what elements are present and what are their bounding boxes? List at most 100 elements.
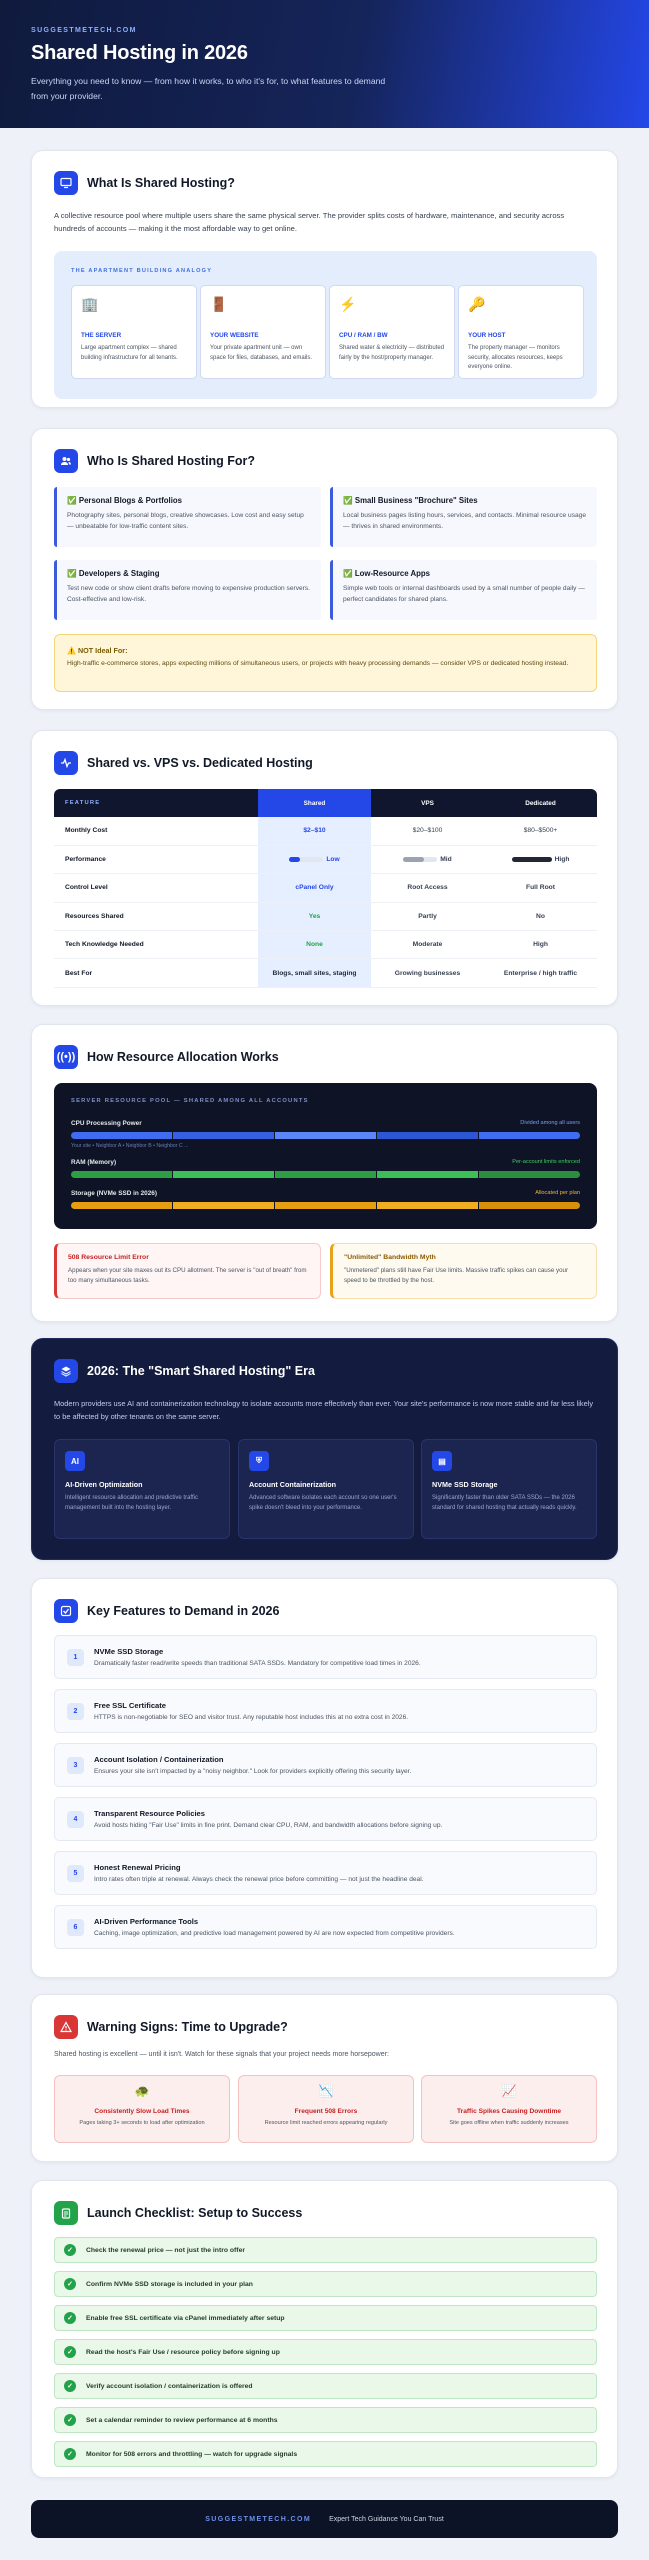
not-ideal-callout: ⚠️ NOT Ideal For: High-traffic e-commerc…	[54, 634, 597, 692]
page-subtitle: Everything you need to know — from how i…	[31, 76, 386, 101]
cell-dedicated: High	[484, 930, 597, 960]
feature-item: 2 Free SSL Certificate HTTPS is non-nego…	[54, 1689, 597, 1733]
section-warning-signs: Warning Signs: Time to Upgrade? Shared h…	[31, 1994, 618, 2162]
tile-desc: Your private apartment unit — own space …	[210, 345, 313, 361]
cell-feature: Best For	[54, 958, 258, 988]
checklist-item[interactable]: ✓ Monitor for 508 errors and throttling —…	[54, 2441, 597, 2467]
footer-brand-link[interactable]: SUGGESTMETECH.COM	[205, 2516, 311, 2523]
resource-row-ram: RAM (Memory) Per-account limits enforced	[71, 1159, 580, 1178]
alert-triangle-icon	[54, 2015, 78, 2039]
check-icon: ✓	[64, 2346, 76, 2358]
page-title: Shared Hosting in 2026	[31, 42, 248, 64]
bandwidth-myth-callout: "Unlimited" Bandwidth Myth "Unmetered" p…	[330, 1243, 597, 1299]
feature-item: 4 Transparent Resource Policies Avoid ho…	[54, 1797, 597, 1841]
feature-item: 1 NVMe SSD Storage Dramatically faster r…	[54, 1635, 597, 1679]
sign-desc: Resource limit reached errors appearing …	[264, 2120, 388, 2126]
checklist-text: Monitor for 508 errors and throttling — …	[86, 2450, 298, 2458]
checklist-item[interactable]: ✓ Enable free SSL certificate via cPanel …	[54, 2305, 597, 2331]
tile-title: CPU / RAM / BW	[339, 332, 388, 339]
cell-feature: Control Level	[54, 873, 258, 903]
storage-bar	[71, 1202, 580, 1209]
checklist-text: Confirm NVMe SSD storage is included in …	[86, 2280, 253, 2288]
tile-desc: The property manager — monitors security…	[468, 345, 563, 371]
checklist-text: Read the host's Fair Use / resource poli…	[86, 2348, 280, 2356]
building-icon: 🏢	[81, 296, 99, 312]
cell-dedicated: Enterprise / high traffic	[484, 958, 597, 988]
alert-desc: "Unmetered" plans still have Fair Use li…	[344, 1267, 569, 1284]
audience-title: ✅ Small Business "Brochure" Sites	[343, 496, 478, 505]
section-key-features: Key Features to Demand in 2026 1 NVMe SS…	[31, 1578, 618, 1978]
section-title: Warning Signs: Time to Upgrade?	[87, 2020, 288, 2034]
analogy-tile-server: 🏢 THE SERVER Large apartment complex — s…	[71, 285, 197, 379]
tile-title: THE SERVER	[81, 332, 122, 339]
chart-up-icon: 📈	[501, 2084, 517, 2098]
sign-title: Frequent 508 Errors	[294, 2108, 358, 2115]
section-intro: Modern providers use AI and containeriza…	[54, 1399, 594, 1421]
audience-desc: Simple web tools or internal dashboards …	[343, 585, 585, 603]
users-icon	[54, 449, 78, 473]
audience-title: ✅ Low-Resource Apps	[343, 569, 430, 578]
monitor-icon	[54, 171, 78, 195]
column-header-dedicated: Dedicated	[484, 789, 597, 817]
section-title: Shared vs. VPS vs. Dedicated Hosting	[87, 756, 313, 770]
era-tile-nvme: ▤ NVMe SSD Storage Significantly faster …	[421, 1439, 597, 1539]
check-icon: ✓	[64, 2414, 76, 2426]
table-row: Control Level cPanel Only Root Access Fu…	[54, 873, 597, 903]
chart-down-icon: 📉	[318, 2084, 334, 2098]
section-launch-checklist: Launch Checklist: Setup to Success ✓ Chec…	[31, 2180, 618, 2478]
table-row: Best For Blogs, small sites, staging Gro…	[54, 958, 597, 988]
tile-desc: Intelligent resource allocation and pred…	[65, 1495, 198, 1511]
cell-vps: Moderate	[371, 930, 484, 960]
feature-desc: Intro rates often triple at renewal. Alw…	[94, 1876, 424, 1883]
analogy-label: THE APARTMENT BUILDING ANALOGY	[71, 268, 213, 274]
feature-title: Account Isolation / Containerization	[94, 1755, 224, 1764]
performance-bar-vps	[403, 856, 438, 862]
feature-title: AI-Driven Performance Tools	[94, 1917, 199, 1926]
checklist-item[interactable]: ✓ Check the renewal price — not just the …	[54, 2237, 597, 2263]
section-who-is-it-for: Who Is Shared Hosting For? ✅ Personal Bl…	[31, 428, 618, 710]
alert-title: "Unlimited" Bandwidth Myth	[344, 1254, 436, 1261]
feature-title: Free SSL Certificate	[94, 1701, 167, 1710]
check-icon: ✓	[64, 2448, 76, 2460]
audience-title: ✅ Personal Blogs & Portfolios	[67, 496, 182, 505]
column-header-vps: VPS	[371, 789, 484, 817]
checklist-item[interactable]: ✓ Set a calendar reminder to review perfo…	[54, 2407, 597, 2433]
checklist-item[interactable]: ✓ Confirm NVMe SSD storage is included in…	[54, 2271, 597, 2297]
cell-vps: Root Access	[371, 873, 484, 903]
check-icon: ✓	[64, 2278, 76, 2290]
resource-pool-panel: SERVER RESOURCE POOL — SHARED AMONG ALL …	[54, 1083, 597, 1229]
cell-shared: None	[258, 930, 371, 960]
tile-desc: Large apartment complex — shared buildin…	[81, 345, 178, 361]
section-what-is-shared-hosting: What Is Shared Hosting? A collective res…	[31, 150, 618, 408]
cell-feature: Monthly Cost	[54, 817, 258, 846]
sign-desc: Pages taking 3+ seconds to load after op…	[79, 2120, 205, 2126]
turtle-icon: 🐢	[134, 2084, 150, 2098]
cell-shared: Blogs, small sites, staging	[258, 958, 371, 988]
section-title: Who Is Shared Hosting For?	[87, 454, 256, 468]
sign-desc: Site goes offline when traffic suddenly …	[449, 2120, 569, 2126]
warning-title: ⚠️ NOT Ideal For:	[67, 646, 128, 655]
performance-bar-dedicated	[511, 856, 552, 862]
checklist-item[interactable]: ✓ Verify account isolation / containeriza…	[54, 2373, 597, 2399]
layers-icon	[54, 1359, 78, 1383]
tile-title: YOUR HOST	[468, 332, 506, 339]
section-comparison: Shared vs. VPS vs. Dedicated Hosting FEA…	[31, 730, 618, 1006]
brand-label: SUGGESTMETECH.COM	[31, 27, 137, 34]
hero-banner: SUGGESTMETECH.COM Shared Hosting in 2026…	[0, 0, 649, 128]
sign-title: Consistently Slow Load Times	[94, 2108, 190, 2115]
feature-desc: Ensures your site isn't impacted by a "n…	[94, 1768, 412, 1775]
cell-feature: Tech Knowledge Needed	[54, 930, 258, 960]
comparison-table: FEATURE Shared VPS Dedicated Monthly Cos…	[54, 789, 597, 988]
key-icon: 🔑	[468, 296, 486, 312]
feature-number: 3	[67, 1757, 84, 1774]
checklist-item[interactable]: ✓ Read the host's Fair Use / resource pol…	[54, 2339, 597, 2365]
analogy-tile-resources: ⚡ CPU / RAM / BW Shared water & electric…	[329, 285, 455, 379]
analogy-tile-website: 🚪 YOUR WEBSITE Your private apartment un…	[200, 285, 326, 379]
section-intro: Shared hosting is excellent — until it i…	[54, 2051, 389, 2058]
era-tile-ai: AI AI-Driven Optimization Intelligent re…	[54, 1439, 230, 1539]
warning-sign-slow-load: 🐢 Consistently Slow Load Times Pages tak…	[54, 2075, 230, 2143]
storage-icon: ▤	[432, 1451, 452, 1471]
cell-feature: Performance	[54, 845, 258, 875]
feature-item: 5 Honest Renewal Pricing Intro rates oft…	[54, 1851, 597, 1895]
table-row: Resources Shared Yes Partly No	[54, 902, 597, 932]
